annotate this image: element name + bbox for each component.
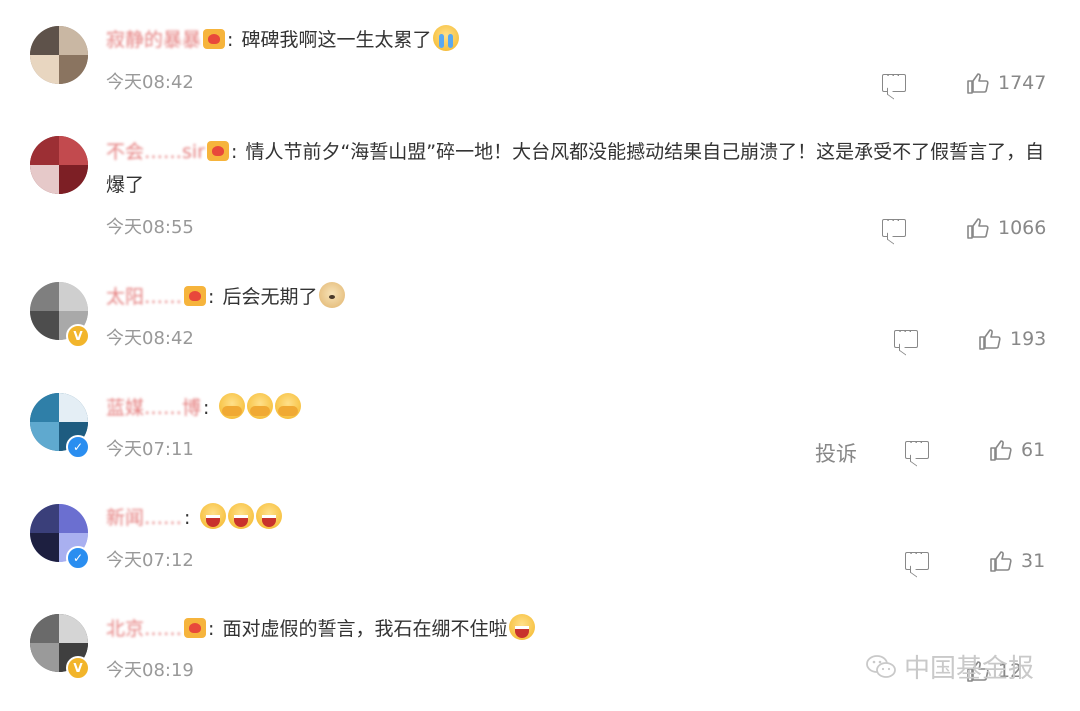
comment-line: 太阳……: 后会无期了 [106, 281, 1058, 314]
comment-icon [905, 547, 929, 570]
username-link[interactable]: 寂静的暴暴 [106, 24, 201, 57]
crown-badge-icon [207, 141, 229, 161]
comment-text: 面对虚假的誓言，我石在绷不住啦 [222, 618, 508, 640]
crown-badge-icon [203, 29, 226, 49]
crown-badge-icon [184, 618, 207, 638]
username-link[interactable]: 不会……sir [106, 136, 205, 169]
wechat-icon [866, 654, 896, 678]
like-count: 1747 [998, 72, 1047, 94]
comment-text: 情人节前夕“海誓山盟”碎一地！大台风都没能撼动结果自己崩溃了！这是承受不了假誓言… [106, 141, 1045, 196]
like-count: 61 [1021, 439, 1046, 461]
laughing-emoji-icon [256, 503, 283, 529]
comment-icon [905, 436, 929, 459]
timestamp: 今天08:42 [106, 328, 194, 349]
timestamp: 今天07:12 [106, 550, 194, 571]
like-button[interactable]: 193 [978, 328, 1046, 350]
reply-button[interactable] [905, 436, 929, 459]
comment-line: 新闻……: [106, 502, 1058, 535]
comment-icon [894, 325, 918, 348]
username-link[interactable]: 蓝媒……博 [106, 392, 201, 425]
verified-badge-icon: ✓ [66, 435, 90, 459]
doge-emoji-icon [319, 282, 346, 308]
like-button[interactable]: 1066 [966, 217, 1046, 239]
facepalm-emoji-icon [275, 393, 302, 419]
watermark: 中国基金报 [866, 648, 1034, 685]
reply-button[interactable] [905, 547, 929, 570]
like-button[interactable]: 61 [989, 439, 1045, 461]
comment-text: 碑碑我啊这一生太累了 [241, 29, 432, 51]
comment-line: 蓝媒……博: [106, 392, 1058, 425]
timestamp: 今天07:11 [106, 439, 194, 460]
thumbs-up-icon [990, 440, 1012, 461]
laughing-emoji-icon [200, 503, 227, 529]
like-count: 193 [1010, 328, 1047, 350]
comment-text: 后会无期了 [222, 286, 318, 308]
thumbs-up-icon [967, 218, 989, 239]
verified-badge-icon: V [66, 324, 90, 348]
watermark-text: 中国基金报 [904, 654, 1035, 684]
username-link[interactable]: 太阳…… [106, 281, 182, 314]
timestamp: 今天08:19 [106, 660, 194, 681]
username-link[interactable]: 北京…… [106, 613, 182, 646]
facepalm-emoji-icon [247, 393, 274, 419]
avatar[interactable] [30, 136, 88, 194]
facepalm-emoji-icon [219, 393, 246, 419]
timestamp: 今天08:42 [106, 72, 194, 93]
reply-button[interactable] [894, 325, 918, 348]
comment-icon [882, 69, 906, 92]
verified-badge-icon: ✓ [66, 546, 90, 570]
like-count: 1066 [998, 217, 1047, 239]
reply-button[interactable] [882, 214, 906, 237]
crying-emoji-icon [433, 25, 460, 51]
laughing-emoji-icon [509, 614, 536, 640]
thumbs-up-icon [979, 329, 1001, 350]
crown-badge-icon [184, 286, 207, 306]
timestamp: 今天08:55 [106, 217, 194, 238]
like-button[interactable]: 31 [989, 550, 1045, 572]
like-count: 31 [1021, 550, 1046, 572]
verified-badge-icon: V [66, 656, 90, 680]
thumbs-up-icon [967, 73, 989, 94]
comment-icon [882, 214, 906, 237]
thumbs-up-icon [990, 551, 1012, 572]
laughing-emoji-icon [228, 503, 255, 529]
comment-line: 不会……sir: 情人节前夕“海誓山盟”碎一地！大台风都没能撼动结果自己崩溃了！… [106, 136, 1058, 202]
report-button[interactable]: 投诉 [815, 438, 857, 468]
comment-line: 北京……: 面对虚假的誓言，我石在绷不住啦 [106, 613, 1058, 646]
avatar[interactable] [30, 26, 88, 84]
reply-button[interactable] [882, 69, 906, 92]
like-button[interactable]: 1747 [966, 72, 1046, 94]
comment-line: 寂静的暴暴: 碑碑我啊这一生太累了 [106, 24, 1058, 57]
username-link[interactable]: 新闻…… [106, 502, 182, 535]
